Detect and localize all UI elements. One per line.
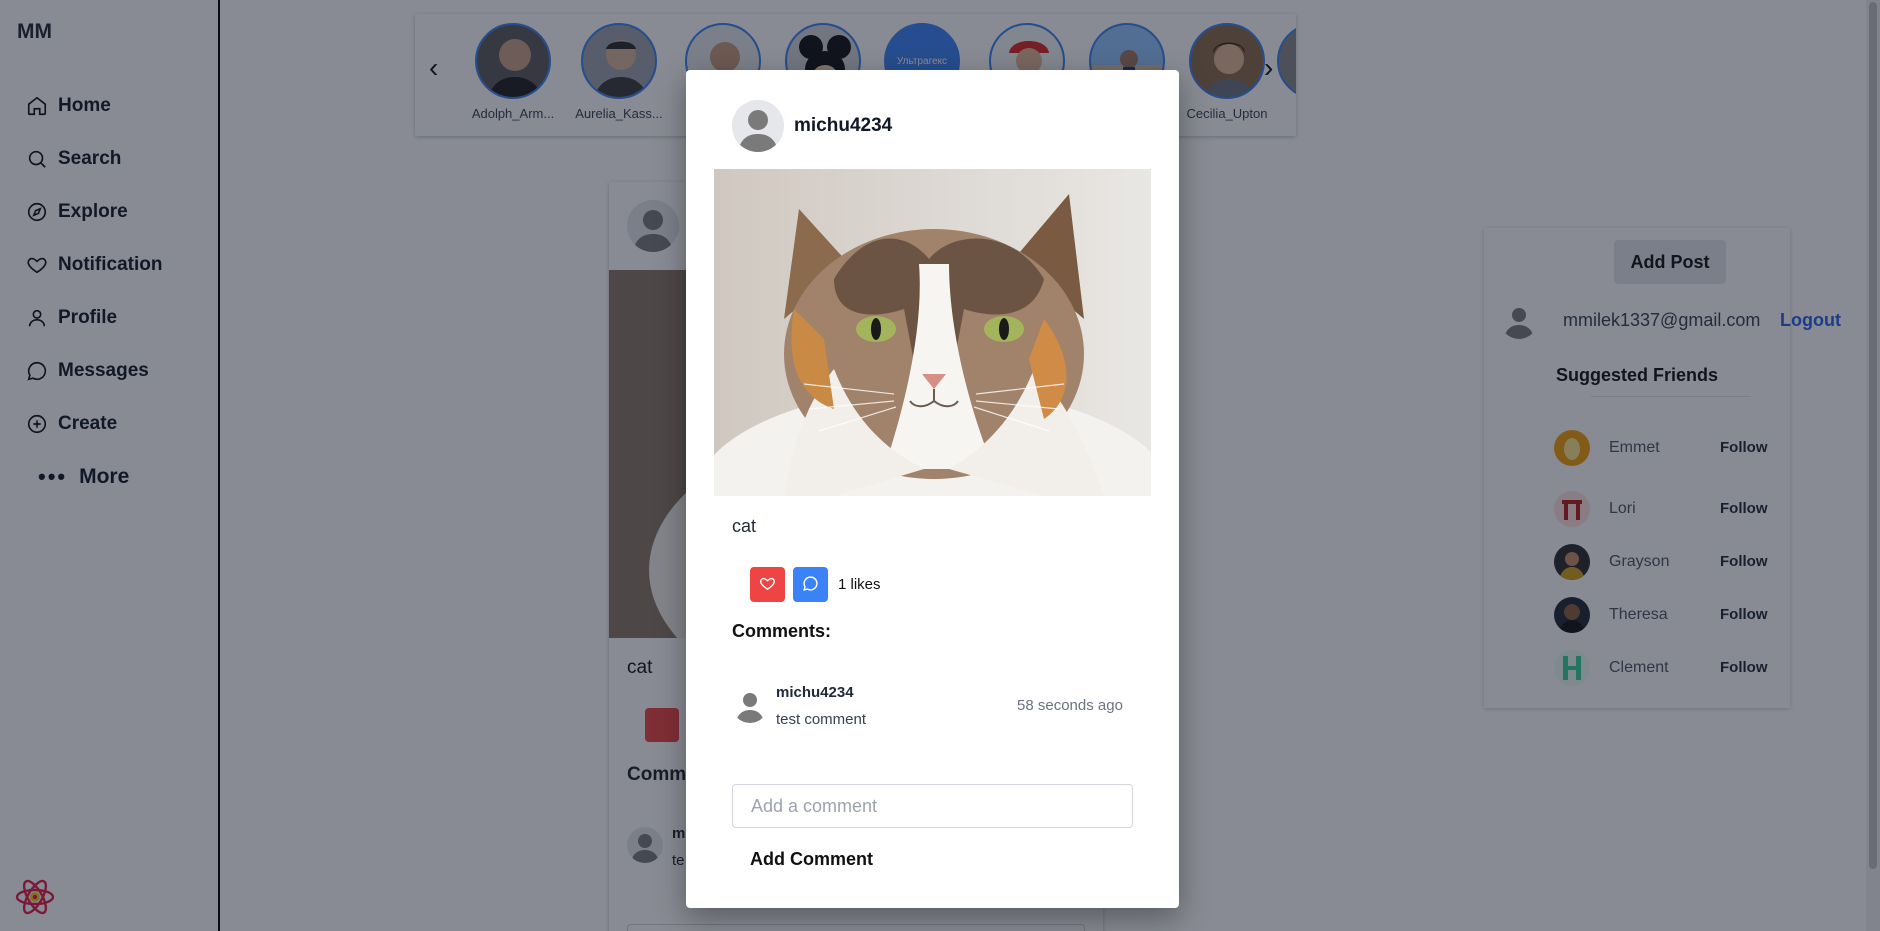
message-icon	[802, 575, 819, 595]
comment-button[interactable]	[793, 567, 828, 602]
like-button[interactable]	[750, 567, 785, 602]
add-comment-button[interactable]: Add Comment	[750, 849, 873, 870]
post-detail-modal: michu4234 cat 1 likes Comments: michu423…	[686, 70, 1179, 908]
app: MM Home Search Explore	[0, 0, 1880, 931]
comment-text: test comment	[776, 711, 867, 728]
comment-username[interactable]: michu4234	[776, 684, 854, 701]
likes-count: 1 likes	[838, 576, 881, 593]
modal-author-avatar[interactable]	[732, 100, 784, 152]
modal-author-username[interactable]: michu4234	[794, 115, 892, 137]
modal-post-caption: cat	[732, 516, 757, 536]
heart-icon	[759, 575, 776, 595]
comments-heading: Comments:	[732, 621, 832, 641]
add-comment-input[interactable]	[732, 784, 1133, 828]
comment-avatar[interactable]	[732, 687, 768, 723]
modal-post-image	[714, 169, 1151, 496]
comment-timestamp: 58 seconds ago	[1017, 697, 1123, 714]
